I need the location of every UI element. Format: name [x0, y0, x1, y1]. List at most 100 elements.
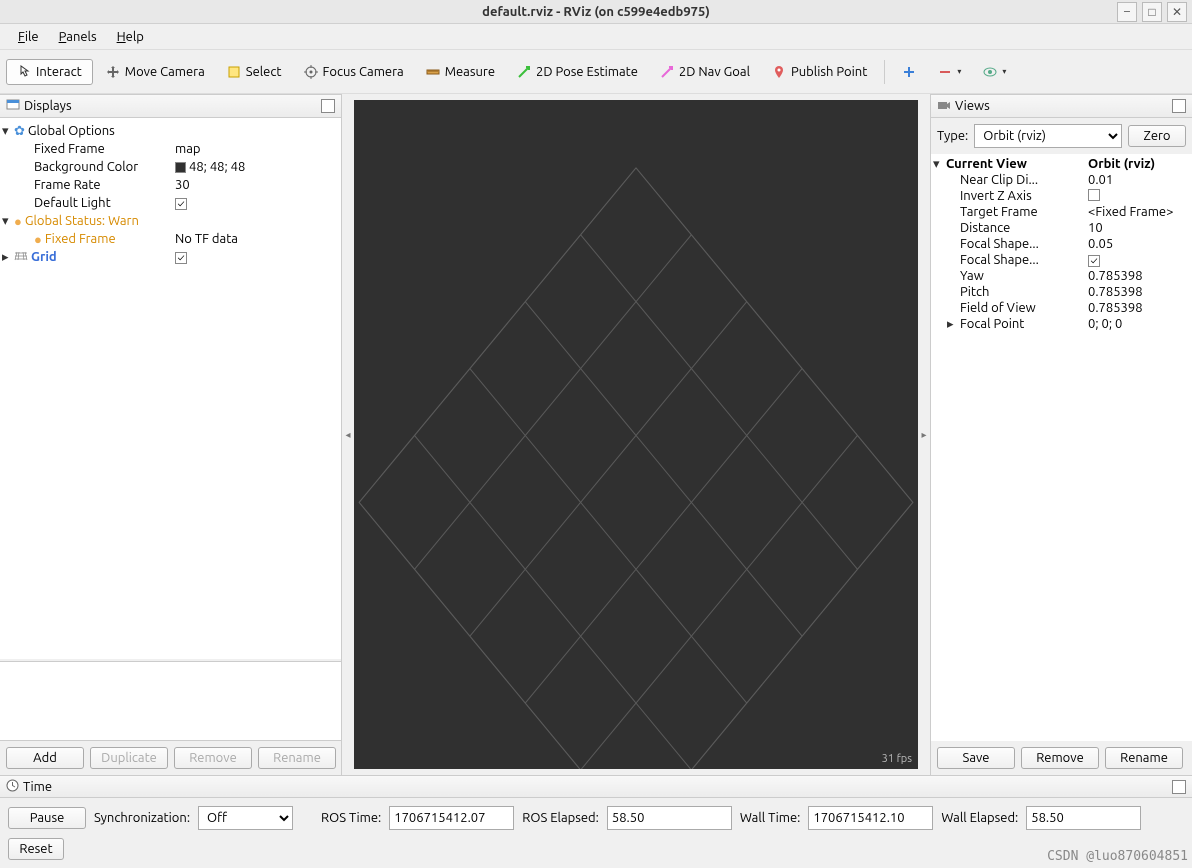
grid-icon: [14, 250, 28, 264]
frame-rate-label[interactable]: Frame Rate: [34, 178, 101, 192]
global-status-label[interactable]: Global Status: Warn: [25, 214, 139, 228]
rename-view-button[interactable]: Rename: [1105, 747, 1183, 769]
tree-arrow[interactable]: ▾: [2, 214, 12, 229]
publish-point-button[interactable]: Publish Point: [763, 59, 876, 85]
view-prop-value: ✓: [1088, 253, 1100, 267]
view-prop-value: 0; 0; 0: [1088, 317, 1122, 331]
tree-arrow[interactable]: ▾: [933, 157, 943, 172]
view-prop-value: [1088, 189, 1100, 204]
pause-button[interactable]: Pause: [8, 807, 86, 829]
maximize-button[interactable]: □: [1142, 2, 1162, 22]
view-prop-label[interactable]: Focal Shape...: [960, 237, 1039, 251]
add-tool-button[interactable]: [893, 59, 925, 85]
view-type-select[interactable]: Orbit (rviz): [974, 124, 1122, 148]
fixed-frame-warn-label[interactable]: Fixed Frame: [45, 232, 116, 246]
views-header[interactable]: Views: [931, 94, 1192, 118]
time-float-button[interactable]: [1172, 780, 1186, 794]
view-prop-label[interactable]: Pitch: [960, 285, 989, 299]
minimize-button[interactable]: –: [1117, 2, 1137, 22]
menu-help[interactable]: Help: [107, 27, 154, 47]
views-tree[interactable]: ▾ Current ViewOrbit (rviz) Near Clip Di.…: [931, 154, 1192, 741]
displays-title: Displays: [24, 99, 72, 113]
pose-estimate-icon: [517, 65, 531, 79]
visibility-tool-button[interactable]: ▾: [974, 59, 1015, 85]
zero-button[interactable]: Zero: [1128, 125, 1186, 147]
checkbox[interactable]: [1088, 189, 1100, 201]
focus-camera-label: Focus Camera: [323, 65, 404, 79]
remove-tool-button[interactable]: ▾: [929, 59, 970, 85]
ros-time-value[interactable]: [389, 806, 514, 830]
wall-time-value[interactable]: [808, 806, 933, 830]
tree-arrow[interactable]: ▾: [2, 124, 12, 139]
reset-button[interactable]: Reset: [8, 838, 64, 860]
duplicate-button: Duplicate: [90, 747, 168, 769]
3d-viewport[interactable]: 31 fps: [354, 100, 918, 769]
left-splitter[interactable]: ◂: [342, 94, 354, 775]
fixed-frame-value[interactable]: map: [175, 142, 201, 156]
displays-panel: Displays ▾✿ Global Options Fixed Framema…: [0, 94, 342, 775]
views-panel: Views Type: Orbit (rviz) Zero ▾ Current …: [930, 94, 1192, 775]
displays-tree[interactable]: ▾✿ Global Options Fixed Framemap Backgro…: [0, 118, 341, 659]
remove-button: Remove: [174, 747, 252, 769]
close-button[interactable]: ✕: [1167, 2, 1187, 22]
interact-button[interactable]: Interact: [6, 59, 93, 85]
color-swatch: [175, 162, 186, 173]
view-prop-label[interactable]: Invert Z Axis: [960, 189, 1032, 203]
menu-file[interactable]: File: [8, 27, 49, 47]
right-splitter[interactable]: ▸: [918, 94, 930, 775]
current-view-label[interactable]: Current View: [946, 157, 1027, 171]
warn-icon: ●: [34, 232, 42, 247]
save-view-button[interactable]: Save: [937, 747, 1015, 769]
displays-header[interactable]: Displays: [0, 94, 341, 118]
sync-select[interactable]: Off: [198, 806, 293, 830]
view-prop-value: 0.785398: [1088, 269, 1143, 283]
publish-point-label: Publish Point: [791, 65, 867, 79]
view-prop-label[interactable]: Focal Point: [960, 317, 1024, 331]
bg-color-label[interactable]: Background Color: [34, 160, 138, 174]
fixed-frame-warn-value: No TF data: [175, 232, 238, 246]
tree-arrow[interactable]: ▸: [2, 250, 12, 265]
views-float-button[interactable]: [1172, 99, 1186, 113]
ros-time-label: ROS Time:: [321, 811, 381, 825]
move-camera-button[interactable]: Move Camera: [97, 59, 214, 85]
interact-icon: [17, 65, 31, 79]
nav-goal-label: 2D Nav Goal: [679, 65, 750, 79]
tree-arrow[interactable]: ▸: [947, 317, 957, 332]
view-prop-label[interactable]: Focal Shape...: [960, 253, 1039, 267]
checkbox[interactable]: ✓: [1088, 255, 1100, 267]
default-light-check[interactable]: ✓: [175, 196, 187, 210]
minus-icon: [938, 65, 952, 79]
ros-elapsed-value[interactable]: [607, 806, 732, 830]
measure-button[interactable]: Measure: [417, 59, 504, 85]
grid-label[interactable]: Grid: [31, 250, 57, 264]
time-panel: Time Pause Synchronization: Off ROS Time…: [0, 775, 1192, 868]
grid-check[interactable]: ✓: [175, 250, 187, 264]
view-prop-label[interactable]: Target Frame: [960, 205, 1038, 219]
view-prop-label[interactable]: Yaw: [960, 269, 984, 283]
view-prop-label[interactable]: Near Clip Di...: [960, 173, 1038, 187]
nav-goal-button[interactable]: 2D Nav Goal: [651, 59, 759, 85]
warn-icon: ●: [14, 214, 22, 229]
frame-rate-value[interactable]: 30: [175, 178, 190, 192]
default-light-label[interactable]: Default Light: [34, 196, 111, 210]
view-prop-label[interactable]: Distance: [960, 221, 1010, 235]
time-header[interactable]: Time: [0, 776, 1192, 798]
ros-elapsed-label: ROS Elapsed:: [522, 811, 599, 825]
displays-float-button[interactable]: [321, 99, 335, 113]
bg-color-value[interactable]: 48; 48; 48: [175, 160, 245, 174]
view-prop-label[interactable]: Field of View: [960, 301, 1036, 315]
focus-camera-button[interactable]: Focus Camera: [295, 59, 413, 85]
pose-estimate-button[interactable]: 2D Pose Estimate: [508, 59, 647, 85]
add-button[interactable]: Add: [6, 747, 84, 769]
global-options-label[interactable]: Global Options: [28, 124, 115, 138]
views-title: Views: [955, 99, 990, 113]
measure-icon: [426, 65, 440, 79]
nav-goal-icon: [660, 65, 674, 79]
remove-view-button[interactable]: Remove: [1021, 747, 1099, 769]
select-button[interactable]: Select: [218, 59, 291, 85]
view-type-label: Type:: [937, 129, 968, 143]
fixed-frame-label[interactable]: Fixed Frame: [34, 142, 105, 156]
menu-panels[interactable]: Panels: [49, 27, 107, 47]
wall-elapsed-value[interactable]: [1026, 806, 1141, 830]
gear-icon: ✿: [14, 124, 25, 139]
